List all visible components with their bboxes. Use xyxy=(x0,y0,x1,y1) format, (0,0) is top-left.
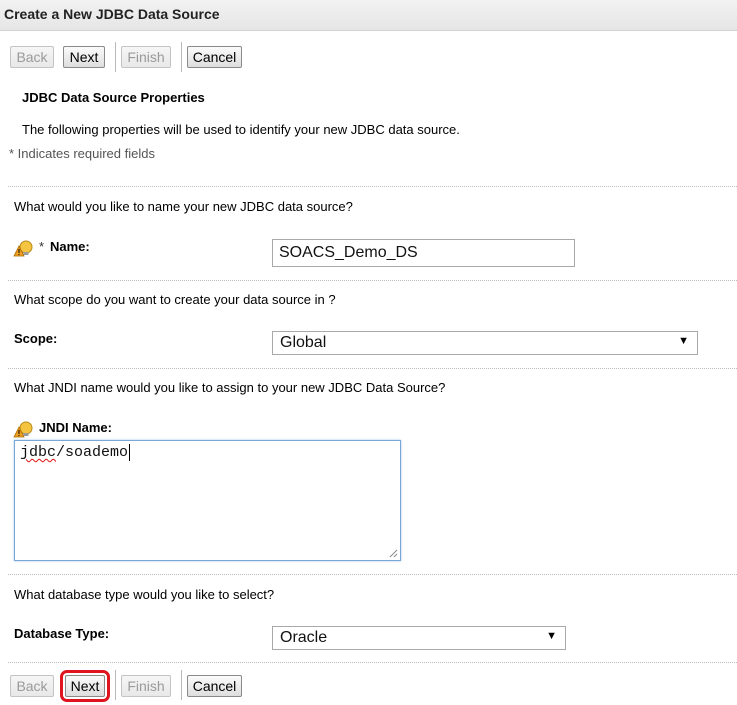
required-note: * Indicates required fields xyxy=(9,146,155,161)
name-label: Name: xyxy=(50,239,90,254)
page-title: Create a New JDBC Data Source xyxy=(4,6,220,22)
back-button-top[interactable]: Back xyxy=(10,46,54,68)
button-separator xyxy=(181,670,182,700)
lightbulb-warning-icon[interactable] xyxy=(13,239,35,257)
divider xyxy=(8,186,737,187)
divider xyxy=(8,368,737,369)
spellcheck-underlined-text: jdbc xyxy=(20,444,57,461)
finish-button-bottom[interactable]: Finish xyxy=(121,675,171,697)
cancel-button-top[interactable]: Cancel xyxy=(187,46,242,68)
jndi-question: What JNDI name would you like to assign … xyxy=(14,380,446,395)
lightbulb-warning-icon[interactable] xyxy=(13,420,35,438)
dbtype-select[interactable]: Oracle ▼ xyxy=(272,626,566,650)
scope-select[interactable]: Global ▼ xyxy=(272,331,698,355)
scope-label: Scope: xyxy=(14,331,58,346)
scope-selected-value: Global xyxy=(280,334,327,351)
resize-handle-icon[interactable] xyxy=(389,549,398,558)
next-button-bottom[interactable]: Next xyxy=(60,670,110,702)
title-bar: Create a New JDBC Data Source xyxy=(0,0,737,31)
divider xyxy=(8,574,737,575)
scope-question: What scope do you want to create your da… xyxy=(14,292,336,307)
back-button-bottom[interactable]: Back xyxy=(10,675,54,697)
button-separator xyxy=(115,670,116,700)
text-cursor xyxy=(129,444,131,461)
dbtype-label: Database Type: xyxy=(14,626,110,641)
next-button-top[interactable]: Next xyxy=(63,46,105,68)
name-input[interactable]: SOACS_Demo_DS xyxy=(272,239,575,267)
dbtype-question: What database type would you like to sel… xyxy=(14,587,275,602)
finish-button-top[interactable]: Finish xyxy=(121,46,171,68)
jndi-text-rest: /soademo xyxy=(56,444,129,461)
triangle-down-icon: ▼ xyxy=(678,335,689,347)
divider xyxy=(8,662,737,663)
jndi-textarea[interactable]: jdbc/soademo xyxy=(14,440,401,561)
button-separator xyxy=(181,42,182,72)
jndi-label: JNDI Name: xyxy=(39,420,112,435)
divider xyxy=(8,280,737,281)
name-question: What would you like to name your new JDB… xyxy=(14,199,353,214)
button-separator xyxy=(115,42,116,72)
section-description: The following properties will be used to… xyxy=(22,122,460,137)
section-title: JDBC Data Source Properties xyxy=(22,90,205,105)
required-asterisk: * xyxy=(39,239,45,254)
dbtype-selected-value: Oracle xyxy=(280,629,328,646)
triangle-down-icon: ▼ xyxy=(546,630,557,642)
cancel-button-bottom[interactable]: Cancel xyxy=(187,675,242,697)
